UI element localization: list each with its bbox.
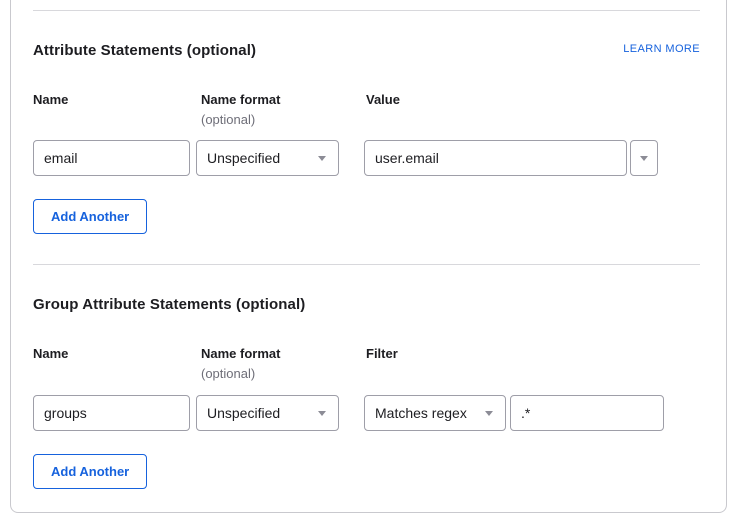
column-header-name-format: Name format xyxy=(201,346,280,361)
group-filter-value-input[interactable] xyxy=(510,395,664,431)
attribute-name-format-select[interactable]: Unspecified xyxy=(196,140,339,176)
group-filter-type-select[interactable]: Matches regex xyxy=(364,395,506,431)
chevron-down-icon xyxy=(318,411,326,416)
group-name-format-select[interactable]: Unspecified xyxy=(196,395,339,431)
column-header-filter: Filter xyxy=(366,346,398,361)
chevron-down-icon xyxy=(640,156,648,161)
attribute-statements-title: Attribute Statements (optional) xyxy=(33,42,256,59)
group-attribute-statements-title: Group Attribute Statements (optional) xyxy=(33,296,305,313)
group-name-input[interactable] xyxy=(33,395,190,431)
column-header-value: Value xyxy=(366,92,400,107)
learn-more-link[interactable]: LEARN MORE xyxy=(623,43,700,55)
section-divider-middle xyxy=(33,264,700,265)
section-divider-top xyxy=(33,10,700,11)
column-header-name-format-note: (optional) xyxy=(201,366,255,381)
add-another-group-attribute-button[interactable]: Add Another xyxy=(33,454,147,489)
attribute-value-dropdown-button[interactable] xyxy=(630,140,658,176)
attribute-value-input[interactable] xyxy=(364,140,627,176)
column-header-name-format-note: (optional) xyxy=(201,112,255,127)
attribute-name-input[interactable] xyxy=(33,140,190,176)
column-header-name-format: Name format xyxy=(201,92,280,107)
settings-card xyxy=(10,0,727,513)
chevron-down-icon xyxy=(485,411,493,416)
column-header-name: Name xyxy=(33,346,68,361)
chevron-down-icon xyxy=(318,156,326,161)
column-header-name: Name xyxy=(33,92,68,107)
attribute-name-format-value: Unspecified xyxy=(207,150,280,166)
add-another-attribute-button[interactable]: Add Another xyxy=(33,199,147,234)
group-name-format-value: Unspecified xyxy=(207,405,280,421)
group-filter-type-value: Matches regex xyxy=(375,405,467,421)
page: Attribute Statements (optional) LEARN MO… xyxy=(0,0,737,530)
